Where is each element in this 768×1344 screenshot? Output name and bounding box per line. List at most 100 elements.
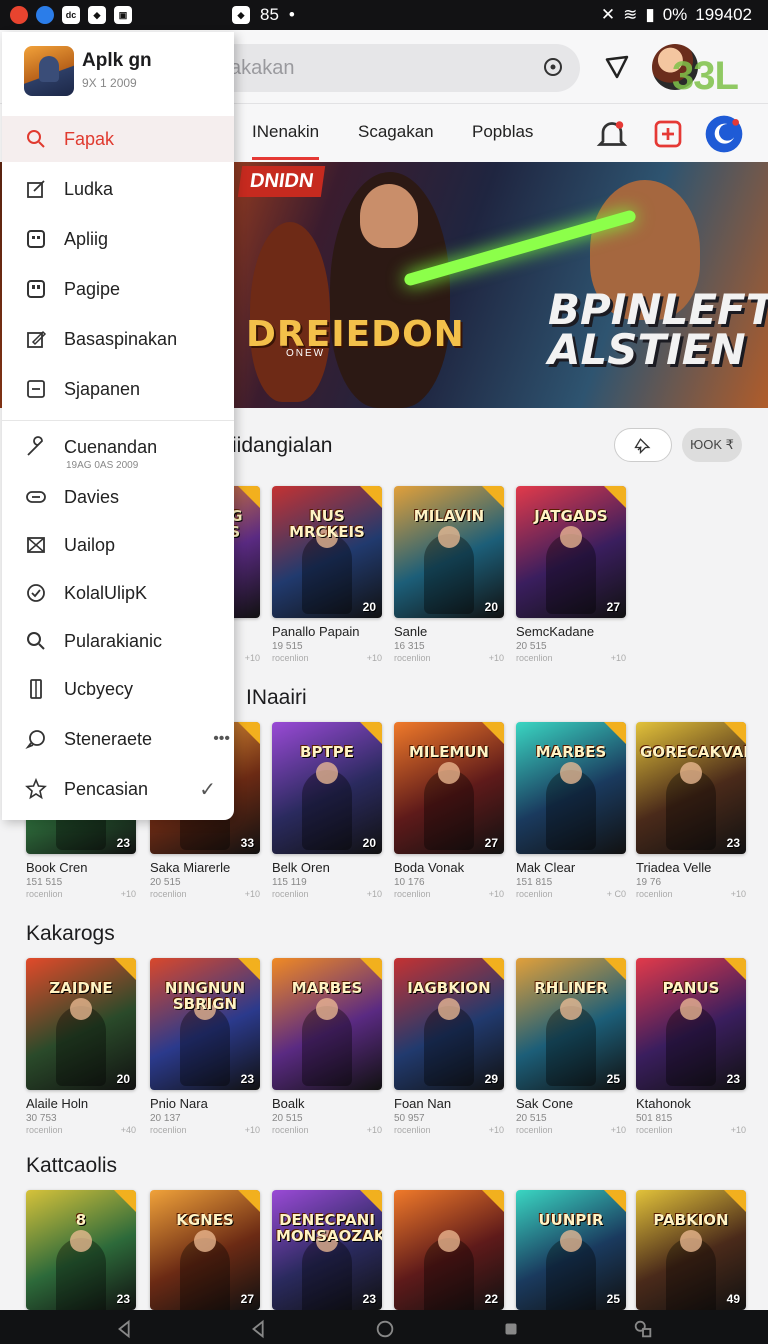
drawer-item-basaspinakan[interactable]: Basaspinakan <box>2 316 234 362</box>
game-rating: 20 <box>484 600 498 614</box>
game-thumbnail[interactable]: UUNPIR 25 <box>516 1190 626 1310</box>
more-icon[interactable]: ••• <box>213 730 230 748</box>
character-head <box>560 1230 582 1252</box>
game-name: Panallo Papain <box>272 624 360 639</box>
game-card[interactable]: NINGNUN SBRIGN 23 Pnio Nara 20 137 rocen… <box>150 958 260 1135</box>
game-thumbnail[interactable]: 8 23 <box>26 1190 136 1310</box>
section-title: INaairi <box>246 686 307 709</box>
game-rating: 20 <box>362 836 376 850</box>
tab-inenakin[interactable]: INenakin <box>252 122 320 160</box>
character-head <box>438 762 460 784</box>
moon-icon[interactable] <box>704 114 744 154</box>
game-card[interactable]: MILAVIN 20 Sanle 16 315 rocenlion +10 <box>394 486 504 663</box>
game-thumbnail[interactable]: PANUS 23 <box>636 958 746 1090</box>
drawer-item-pencasian[interactable]: Pencasian ✓ <box>2 766 234 812</box>
game-rating: 29 <box>484 1072 498 1086</box>
back-icon[interactable] <box>114 1318 136 1340</box>
game-card[interactable]: KGNES 27 <box>150 1190 260 1317</box>
drawer-item-fapak[interactable]: Fapak <box>2 116 234 162</box>
game-card[interactable]: RHLINER 25 Sak Cone 20 515 rocenlion +10 <box>516 958 626 1135</box>
drawer-item-kolalulipk[interactable]: KolalUlipK <box>2 570 234 616</box>
drawer-item-label: Pularakianic <box>64 630 163 651</box>
ribbon-corner <box>238 486 260 508</box>
search-bar[interactable]: akakan <box>200 44 580 92</box>
check-icon[interactable]: ✓ <box>199 777 216 802</box>
drawer-item-apliig[interactable]: Apliig <box>2 216 234 262</box>
game-thumbnail[interactable]: RHLINER 25 <box>516 958 626 1090</box>
game-thumbnail[interactable]: MILAVIN 20 <box>394 486 504 618</box>
drawer-item-label: Basaspinakan <box>64 328 178 349</box>
game-card[interactable]: GORECAKVAR 23 Triadea Velle 19 76 rocenl… <box>636 722 746 899</box>
game-thumbnail[interactable]: IAGBKION 29 <box>394 958 504 1090</box>
bell-icon[interactable] <box>594 116 630 152</box>
game-card[interactable]: UUNPIR 25 <box>516 1190 626 1317</box>
game-card[interactable]: MARBES Mak Clear 151 815 rocenlion + C0 <box>516 722 626 899</box>
game-score: +10 <box>244 889 260 899</box>
drawer-item-pagipe[interactable]: Pagipe <box>2 266 234 312</box>
game-score: +10 <box>366 889 382 899</box>
tag-icon[interactable] <box>602 52 632 82</box>
game-thumbnail[interactable]: GORECAKVAR 23 <box>636 722 746 854</box>
drawer-item-steneraete[interactable]: Steneraete ••• <box>2 716 234 762</box>
game-thumbnail[interactable]: PABKION 49 <box>636 1190 746 1310</box>
chat-icon <box>25 730 45 750</box>
character-head <box>560 762 582 784</box>
drawer-item-label: Davies <box>64 486 120 507</box>
drawer-item-uailop[interactable]: Uailop <box>2 522 234 568</box>
drawer-item-ucbyecy[interactable]: Ucbyecy <box>2 666 234 712</box>
game-downloads: 10 176 <box>394 877 425 888</box>
search-input[interactable]: akakan <box>230 57 295 80</box>
game-card[interactable]: BPTPE 20 Belk Oren 115 119 rocenlion +10 <box>272 722 382 899</box>
game-card[interactable]: DENECPANI MONSAOZAKAIT 23 <box>272 1190 382 1317</box>
recents-icon[interactable] <box>500 1318 522 1340</box>
game-card[interactable]: NUS MRCKEIS 20 Panallo Papain 19 515 roc… <box>272 486 382 663</box>
game-thumbnail[interactable]: MILEMUN 27 <box>394 722 504 854</box>
game-thumbnail[interactable]: ZAIDNE 20 <box>26 958 136 1090</box>
drawer-item-ludka[interactable]: Ludka <box>2 166 234 212</box>
search-icon[interactable] <box>542 56 566 80</box>
home-icon[interactable] <box>374 1318 396 1340</box>
search-icon <box>27 130 45 148</box>
game-card[interactable]: 22 <box>394 1190 504 1317</box>
game-thumbnail[interactable]: NUS MRCKEIS 20 <box>272 486 382 618</box>
drawer-item-pularakianic[interactable]: Pularakianic <box>2 618 234 664</box>
check-circle-icon <box>27 584 45 602</box>
game-thumbnail[interactable]: KGNES 27 <box>150 1190 260 1310</box>
ribbon-corner <box>238 722 260 744</box>
drawer-item-sjapanen[interactable]: Sjapanen <box>2 366 234 412</box>
game-card[interactable]: MILEMUN 27 Boda Vonak 10 176 rocenlion +… <box>394 722 504 899</box>
game-name: Boda Vonak <box>394 860 465 875</box>
tab-popblas[interactable]: Popblas <box>472 122 533 142</box>
game-card[interactable]: MARBES Boalk 20 515 rocenlion +10 <box>272 958 382 1135</box>
game-card[interactable]: PABKION 49 <box>636 1190 746 1317</box>
game-card[interactable]: 8 23 <box>26 1190 136 1317</box>
ribbon-corner <box>360 1190 382 1212</box>
back-triangle-icon[interactable] <box>248 1318 270 1340</box>
game-thumbnail[interactable]: BPTPE 20 <box>272 722 382 854</box>
assistant-icon[interactable] <box>632 1318 654 1340</box>
game-art-title: PANUS <box>662 979 720 997</box>
app-icon <box>24 46 74 96</box>
drawer-item-davies[interactable]: Davies <box>2 474 234 520</box>
tab-scagakan[interactable]: Scagakan <box>358 122 434 142</box>
game-thumbnail[interactable]: DENECPANI MONSAOZAKAIT 23 <box>272 1190 382 1310</box>
game-card[interactable]: JATGADS 27 SemcKadane 20 515 rocenlion +… <box>516 486 626 663</box>
add-box-icon[interactable] <box>650 116 686 152</box>
game-card[interactable]: PANUS 23 Ktahonok 501 815 rocenlion +10 <box>636 958 746 1135</box>
game-thumbnail[interactable]: 22 <box>394 1190 504 1310</box>
pin-button[interactable] <box>614 428 672 462</box>
game-card[interactable]: IAGBKION 29 Foan Nan 50 957 rocenlion +1… <box>394 958 504 1135</box>
game-thumbnail[interactable]: MARBES <box>516 722 626 854</box>
drawer-item-cuenandan[interactable]: Cuenandan 19AG 0AS 2009 <box>2 424 234 471</box>
game-thumbnail[interactable]: JATGADS 27 <box>516 486 626 618</box>
game-meta: 10 176 <box>394 877 504 888</box>
drawer-item-label: Pagipe <box>64 278 121 299</box>
game-thumbnail[interactable]: NINGNUN SBRIGN 23 <box>150 958 260 1090</box>
image-app-icon: ▣ <box>114 6 132 24</box>
game-card[interactable]: ZAIDNE 20 Alaile Holn 30 753 rocenlion +… <box>26 958 136 1135</box>
star-icon <box>25 777 47 800</box>
game-thumbnail[interactable]: MARBES <box>272 958 382 1090</box>
game-name: Alaile Holn <box>26 1096 89 1111</box>
filter-pill[interactable]: ЮOK ₹ <box>682 428 742 462</box>
game-meta-sub: rocenlion +10 <box>150 1125 260 1135</box>
